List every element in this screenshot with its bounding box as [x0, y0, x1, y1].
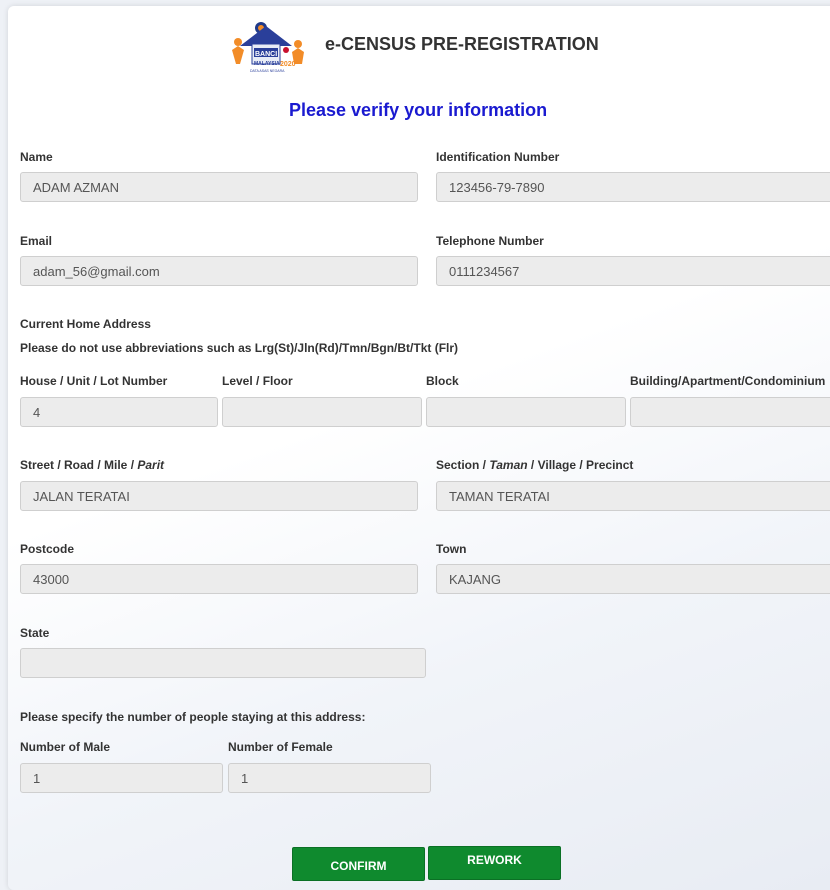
house-number-label: House / Unit / Lot Number: [20, 374, 168, 388]
state-label: State: [20, 626, 50, 640]
id-number-label: Identification Number: [436, 150, 560, 164]
telephone-field[interactable]: [436, 256, 830, 286]
town-field[interactable]: [436, 564, 830, 594]
email-field[interactable]: [20, 256, 418, 286]
building-field[interactable]: [630, 397, 830, 427]
block-field[interactable]: [426, 397, 626, 427]
street-field[interactable]: [20, 481, 418, 511]
page-title: e-CENSUS PRE-REGISTRATION: [325, 34, 599, 54]
male-count-field[interactable]: [20, 763, 223, 793]
svg-text:2020: 2020: [280, 61, 296, 68]
female-count-field[interactable]: [228, 763, 431, 793]
confirm-button[interactable]: CONFIRM: [292, 847, 425, 881]
registration-page: BANCI MALAYSIA 2020 DATA ASAS NEGARA e-C…: [8, 6, 830, 890]
block-label: Block: [426, 374, 459, 388]
rework-button[interactable]: REWORK: [428, 846, 561, 880]
town-label: Town: [436, 542, 467, 556]
census-logo: BANCI MALAYSIA 2020 DATA ASAS NEGARA: [230, 20, 318, 76]
house-number-field[interactable]: [20, 397, 218, 427]
name-label: Name: [20, 150, 53, 164]
address-note: Please do not use abbreviations such as …: [20, 341, 459, 355]
street-label: Street / Road / Mile / Parit: [20, 458, 165, 472]
section-label: Section / Taman / Village / Precinct: [436, 458, 634, 472]
building-label: Building/Apartment/Condominium: [630, 374, 826, 388]
svg-text:DATA ASAS NEGARA: DATA ASAS NEGARA: [250, 69, 285, 73]
svg-text:BANCI: BANCI: [255, 51, 277, 58]
verify-heading: Please verify your information: [289, 100, 548, 120]
state-field[interactable]: [20, 648, 426, 678]
id-number-field[interactable]: [436, 172, 830, 202]
email-label: Email: [20, 234, 53, 248]
postcode-label: Postcode: [20, 542, 75, 556]
female-count-label: Number of Female: [228, 740, 333, 754]
level-floor-label: Level / Floor: [222, 374, 293, 388]
section-field[interactable]: [436, 481, 830, 511]
telephone-label: Telephone Number: [436, 234, 544, 248]
level-floor-field[interactable]: [222, 397, 422, 427]
name-field[interactable]: [20, 172, 418, 202]
male-count-label: Number of Male: [20, 740, 111, 754]
postcode-field[interactable]: [20, 564, 418, 594]
occupants-prompt: Please specify the number of people stay…: [20, 710, 366, 724]
address-heading: Current Home Address: [20, 317, 151, 331]
svg-text:MALAYSIA: MALAYSIA: [254, 61, 280, 67]
